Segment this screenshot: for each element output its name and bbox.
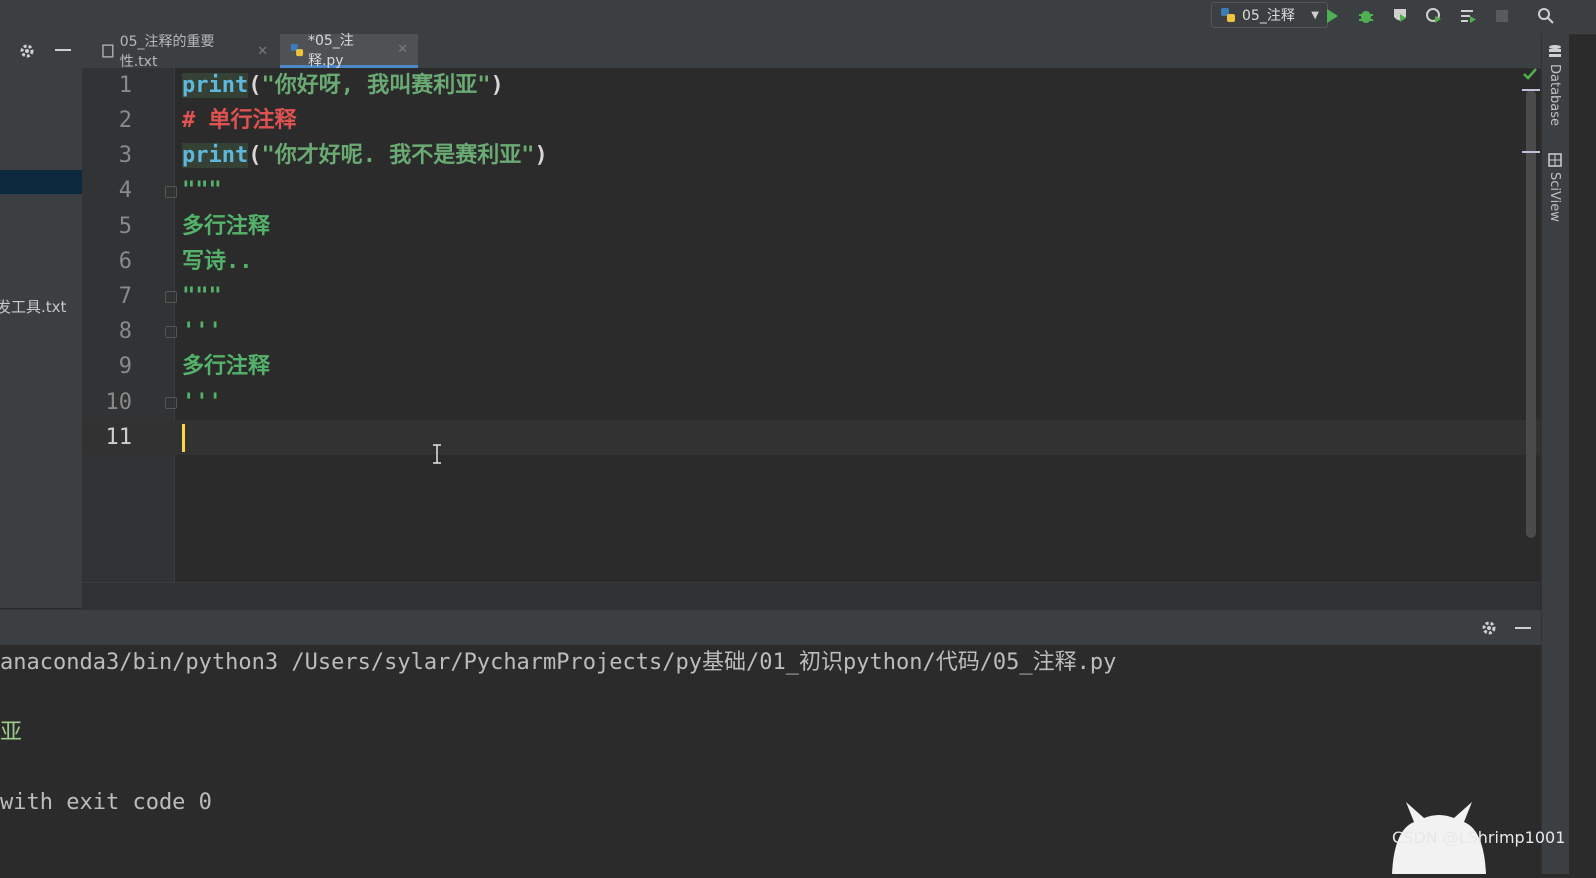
gear-icon[interactable]	[18, 42, 36, 64]
chevron-down-icon: ▼	[1311, 9, 1319, 21]
run-icon[interactable]	[1321, 5, 1343, 27]
profile-icon[interactable]	[1423, 5, 1445, 27]
line-number: 7	[118, 284, 132, 309]
scroll-marker	[1522, 151, 1540, 153]
editor-tab-bar: 05_注释的重要性.txt ✕ *05_注释.py ✕	[0, 33, 1560, 70]
minimize-icon[interactable]	[55, 49, 71, 51]
line-number: 1	[118, 73, 132, 98]
sciview-icon	[1548, 152, 1562, 171]
concurrency-icon[interactable]	[1457, 5, 1479, 27]
line-number: 11	[105, 425, 133, 450]
minimize-icon[interactable]	[1515, 627, 1531, 629]
python-icon	[290, 43, 304, 56]
run-configuration-selector[interactable]: 05_注释 ▼	[1211, 2, 1328, 28]
code-line-3: print("你才好呢. 我不是赛利亚")	[182, 138, 548, 173]
console-output-line: 亚	[0, 720, 23, 745]
coverage-icon[interactable]	[1389, 5, 1411, 27]
fold-marker-icon[interactable]	[165, 186, 177, 198]
text-cursor-icon	[431, 444, 443, 468]
selected-tree-row[interactable]	[0, 170, 82, 194]
line-number: 2	[118, 108, 132, 133]
code-line-10: '''	[182, 390, 222, 415]
text-file-icon	[102, 44, 114, 58]
line-number: 3	[118, 143, 132, 168]
keyword: print	[182, 143, 249, 168]
tab-notes-txt[interactable]: 05_注释的重要性.txt ✕	[92, 34, 278, 70]
tab-label: 05_注释的重要性.txt	[119, 34, 215, 70]
code-line-7: """	[182, 284, 222, 309]
main-toolbar: 05_注释 ▼	[0, 0, 1596, 35]
inspection-ok-icon[interactable]	[1522, 66, 1538, 86]
tree-file-label[interactable]: 发工具.txt	[0, 296, 66, 317]
string-literal: "你才好呢. 我不是赛利亚"	[261, 143, 535, 168]
watermark-text: CSDN @LShrimp1001	[1392, 828, 1566, 847]
debug-icon[interactable]	[1355, 5, 1377, 27]
run-configuration-label: 05_注释	[1242, 8, 1295, 24]
code-line-9: 多行注释	[182, 354, 271, 379]
database-icon	[1548, 44, 1562, 64]
database-tool-button[interactable]: Database	[1547, 64, 1562, 126]
sciview-tool-button[interactable]: SciView	[1547, 172, 1562, 222]
editor-bottom-area	[82, 582, 1540, 610]
console-exit-line: with exit code 0	[0, 790, 212, 815]
editor-scrollbar[interactable]	[1526, 90, 1536, 538]
tab-python-file[interactable]: *05_注释.py ✕	[280, 33, 418, 69]
line-number: 5	[118, 214, 132, 239]
fold-marker-icon[interactable]	[165, 326, 177, 338]
fold-marker-icon[interactable]	[165, 397, 177, 409]
paren: )	[534, 143, 548, 168]
fold-marker-icon[interactable]	[165, 291, 177, 303]
paren: )	[490, 73, 504, 98]
paren: (	[248, 143, 262, 168]
project-panel: 发工具.txt	[0, 68, 83, 608]
line-number: 10	[105, 390, 133, 415]
tab-label: *05_注释.py	[307, 32, 354, 69]
text-caret	[182, 424, 185, 452]
gear-icon[interactable]	[1480, 619, 1498, 641]
code-line-5: 多行注释	[182, 214, 271, 239]
search-icon[interactable]	[1535, 5, 1557, 27]
code-line-2: # 单行注释	[182, 108, 297, 133]
python-icon	[1221, 8, 1235, 22]
line-number: 8	[118, 319, 132, 344]
code-line-4: """	[182, 178, 222, 203]
code-line-8: '''	[182, 319, 222, 344]
run-panel-header	[0, 609, 1541, 647]
paren: (	[248, 73, 262, 98]
line-number: 4	[118, 178, 132, 203]
right-tool-strip: Database SciView	[1541, 34, 1569, 874]
string-literal: "你好呀, 我叫赛利亚"	[261, 73, 491, 98]
code-line-6: 写诗..	[182, 249, 253, 274]
keyword: print	[182, 73, 249, 98]
close-icon[interactable]: ✕	[397, 42, 408, 57]
console-command-line: anaconda3/bin/python3 /Users/sylar/Pycha…	[0, 650, 1117, 675]
close-icon[interactable]: ✕	[257, 44, 268, 59]
line-number: 6	[118, 249, 132, 274]
code-line-1: print("你好呀, 我叫赛利亚")	[182, 68, 504, 103]
stop-icon[interactable]	[1491, 5, 1513, 27]
current-line-highlight	[82, 420, 1540, 455]
scroll-marker	[1522, 89, 1540, 91]
line-number: 9	[118, 354, 132, 379]
